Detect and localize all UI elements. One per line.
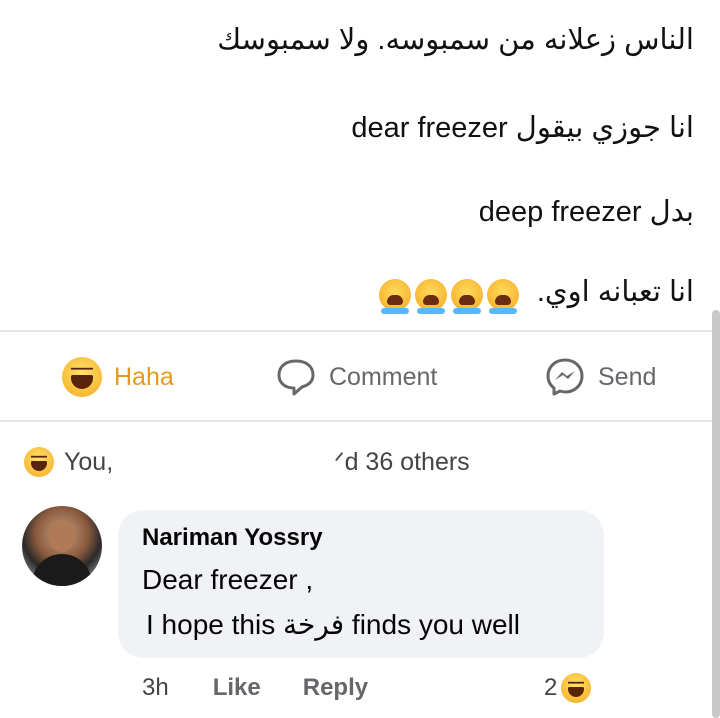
comment-text-line-2: I hope this فرخة finds you well <box>146 609 521 640</box>
comment-author[interactable]: Nariman Yossry <box>142 524 323 552</box>
post-line-2: انا جوزي بيقول dear freezer <box>351 112 694 144</box>
crying-face-icon <box>450 278 483 314</box>
comment-button[interactable]: Comment <box>275 356 437 398</box>
post-line-4: انا تعبانه اوي. <box>377 272 694 314</box>
crying-emoji-group <box>377 273 521 314</box>
haha-label: Haha <box>114 362 174 391</box>
crying-face-icon <box>414 278 447 314</box>
comment-bubble: Nariman Yossry Dear freezer , I hope thi… <box>118 510 604 658</box>
haha-face-icon <box>561 673 592 703</box>
comment-label: Comment <box>329 362 438 391</box>
reactions-summary[interactable]: You, ᐟd 36 others <box>24 440 714 484</box>
scrollbar[interactable] <box>712 310 720 718</box>
comment-reply-button[interactable]: Reply <box>303 674 368 702</box>
divider <box>0 420 720 422</box>
comment-bubble-icon <box>275 357 317 397</box>
post-body: الناس زعلانه من سمبوسه. ولا سمبوسك انا ج… <box>0 0 720 330</box>
reactions-you-label: You, <box>64 447 114 476</box>
haha-face-icon <box>24 447 54 477</box>
post-line-1: الناس زعلانه من سمبوسه. ولا سمبوسك <box>217 24 694 56</box>
comment: Nariman Yossry Dear freezer , I hope thi… <box>22 506 712 666</box>
haha-reaction-button[interactable]: Haha <box>62 356 174 398</box>
post-action-bar: Haha Comment Send <box>0 332 720 420</box>
avatar[interactable] <box>22 506 102 586</box>
comment-meta: 3h Like Reply 2 <box>142 668 612 708</box>
post-line-4-text: انا تعبانه اوي. <box>536 276 694 308</box>
comment-like-button[interactable]: Like <box>213 674 261 702</box>
comment-text-line-1: Dear freezer , <box>142 564 314 595</box>
reactions-others-label: ᐟd 36 others <box>334 448 470 476</box>
haha-face-icon <box>62 357 102 397</box>
crying-face-icon <box>378 278 411 314</box>
comment-timestamp[interactable]: 3h <box>142 674 169 702</box>
send-label: Send <box>598 362 657 391</box>
post-line-3: بدل deep freezer <box>478 196 694 228</box>
crying-face-icon <box>486 278 519 314</box>
comment-reaction-count-value: 2 <box>544 674 558 701</box>
send-button[interactable]: Send <box>544 356 656 398</box>
messenger-icon <box>544 356 586 398</box>
comment-reaction-count[interactable]: 2 <box>544 673 592 703</box>
